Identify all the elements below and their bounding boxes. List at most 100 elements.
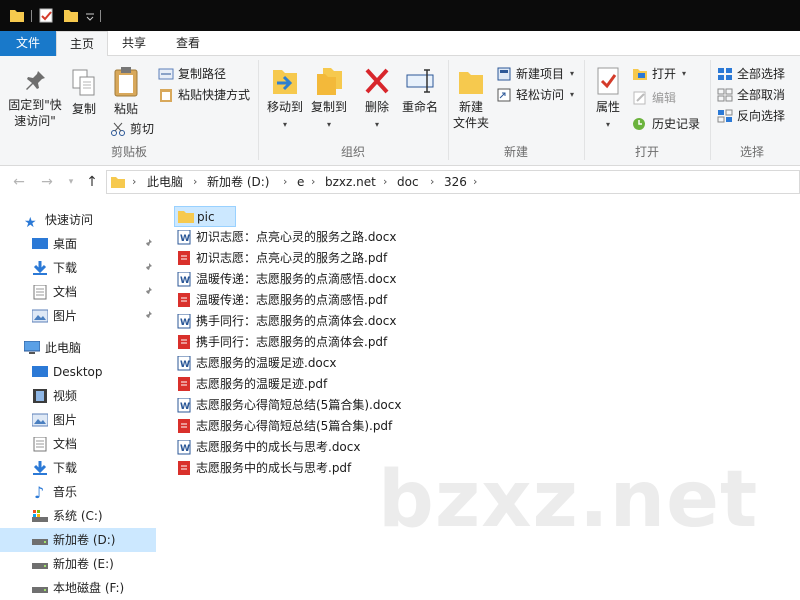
breadcrumb-separator-icon[interactable]: › <box>283 171 287 193</box>
breadcrumb-separator-icon[interactable]: › <box>311 171 315 193</box>
recent-locations-icon[interactable]: ▾ <box>62 173 80 191</box>
desktop-icon <box>32 366 48 377</box>
nav-quick-access[interactable]: ★ 快速访问 <box>0 208 156 232</box>
pin-icon[interactable] <box>143 262 153 274</box>
document-icon <box>33 437 47 452</box>
word-document-icon: W <box>177 440 191 455</box>
tab-view[interactable]: 查看 <box>160 31 216 56</box>
svg-text:W: W <box>180 276 190 286</box>
folder-icon <box>10 10 24 22</box>
nav-this-pc[interactable]: 此电脑 <box>0 336 156 360</box>
copy-label: 复制 <box>71 102 96 116</box>
nav-music[interactable]: ♪ 音乐 <box>0 480 156 504</box>
divider <box>100 10 101 22</box>
breadcrumb-item[interactable]: 新加卷 (D:) <box>207 171 269 193</box>
tab-home[interactable]: 主页 <box>56 31 108 57</box>
breadcrumb-separator-icon[interactable]: › <box>132 171 136 193</box>
nav-drive-c[interactable]: 系统 (C:) <box>0 504 156 528</box>
music-icon: ♪ <box>34 483 45 502</box>
invert-selection-icon <box>717 109 733 123</box>
nav-label: 快速访问 <box>45 213 94 227</box>
word-document-icon: W <box>177 356 191 371</box>
breadcrumb-separator-icon[interactable]: › <box>430 171 434 193</box>
pin-icon[interactable] <box>143 310 153 322</box>
pdf-document-icon <box>178 377 190 391</box>
nav-videos[interactable]: 视频 <box>0 384 156 408</box>
invert-selection-label: 反向选择 <box>737 109 786 123</box>
svg-text:W: W <box>180 234 190 244</box>
breadcrumb-separator-icon[interactable]: › <box>193 171 197 193</box>
word-document-icon: W <box>177 314 191 329</box>
address-bar[interactable]: › 此电脑 › 新加卷 (D:) › e › bzxz.net › doc › … <box>106 170 800 194</box>
pin-icon[interactable] <box>143 286 153 298</box>
nav-label: 文档 <box>53 285 78 299</box>
open-label: 打开 <box>652 67 677 81</box>
scissors-icon <box>111 122 125 136</box>
file-name: 初识志愿：点亮心灵的服务之路.docx <box>196 230 397 244</box>
properties-button[interactable]: 属性 ▾ <box>590 66 626 133</box>
breadcrumb-separator-icon[interactable]: › <box>473 171 477 193</box>
nav-drive-f[interactable]: 本地磁盘 (F:) <box>0 576 156 600</box>
nav-label: Desktop <box>53 365 103 379</box>
properties-icon[interactable] <box>38 8 54 23</box>
group-label-new: 新建 <box>503 145 528 159</box>
new-folder-icon <box>459 72 483 94</box>
copy-icon <box>72 69 95 96</box>
cut-label: 剪切 <box>130 122 155 136</box>
nav-pc-pictures[interactable]: 图片 <box>0 408 156 432</box>
tab-share[interactable]: 共享 <box>108 31 160 56</box>
copy-button[interactable]: 复制 <box>68 68 100 117</box>
delete-button[interactable]: 删除 ▾ <box>358 66 396 133</box>
pdf-document-icon <box>178 293 190 307</box>
move-to-label: 移动到 <box>266 100 303 114</box>
new-folder-icon[interactable] <box>63 8 79 23</box>
nav-pc-desktop[interactable]: Desktop <box>0 360 156 384</box>
file-name: 志愿服务中的成长与思考.docx <box>196 440 361 454</box>
pin-icon[interactable] <box>143 238 153 250</box>
easy-access-icon <box>497 88 511 102</box>
paste-button[interactable]: 粘贴 <box>106 66 146 117</box>
file-name: 携手同行：志愿服务的点滴体会.docx <box>196 314 397 328</box>
rename-button[interactable]: 重命名 <box>398 66 442 115</box>
caret-down-icon: ▾ <box>282 120 287 129</box>
file-name: 温暖传递：志愿服务的点滴感悟.pdf <box>196 293 388 307</box>
nav-label: 图片 <box>53 309 78 323</box>
back-arrow-icon[interactable]: ← <box>10 173 28 191</box>
nav-downloads[interactable]: 下载 <box>0 256 156 280</box>
breadcrumb-separator-icon[interactable]: › <box>383 171 387 193</box>
breadcrumb-item[interactable]: doc <box>397 171 419 193</box>
svg-text:W: W <box>180 318 190 328</box>
pdf-document-icon <box>178 419 190 433</box>
caret-down-icon: ▾ <box>326 120 331 129</box>
new-folder-label-1: 新建 <box>458 100 483 114</box>
nav-label: 视频 <box>53 389 78 403</box>
nav-desktop[interactable]: 桌面 <box>0 232 156 256</box>
file-name: 志愿服务的温暖足迹.docx <box>196 356 337 370</box>
nav-label: 系统 (C:) <box>53 509 103 523</box>
breadcrumb-item[interactable]: bzxz.net <box>325 171 376 193</box>
copy-to-label: 复制到 <box>310 100 347 114</box>
new-item-icon <box>497 67 511 81</box>
copy-to-button[interactable]: 复制到 ▾ <box>308 66 350 133</box>
new-folder-button[interactable]: 新建 文件夹 <box>450 68 492 131</box>
forward-arrow-icon[interactable]: → <box>38 173 56 191</box>
download-icon <box>33 461 47 475</box>
group-label-organize: 组织 <box>340 145 365 159</box>
file-row-folder[interactable]: pic <box>174 206 236 227</box>
select-none-label: 全部取消 <box>737 88 786 102</box>
nav-drive-d[interactable]: 新加卷 (D:) <box>0 528 156 552</box>
tab-file[interactable]: 文件 <box>0 31 56 56</box>
nav-pc-documents[interactable]: 文档 <box>0 432 156 456</box>
nav-documents[interactable]: 文档 <box>0 280 156 304</box>
nav-pc-downloads[interactable]: 下载 <box>0 456 156 480</box>
up-arrow-icon[interactable]: ↑ <box>83 173 101 191</box>
move-to-button[interactable]: 移动到 ▾ <box>264 66 306 133</box>
nav-drive-e[interactable]: 新加卷 (E:) <box>0 552 156 576</box>
breadcrumb-item[interactable]: 此电脑 <box>147 171 183 193</box>
pin-to-quick-access-button[interactable]: 固定到"快 速访问" <box>4 68 66 129</box>
breadcrumb-item[interactable]: e <box>297 171 304 193</box>
chevron-down-icon[interactable] <box>84 8 96 23</box>
delete-icon <box>365 68 389 94</box>
nav-pictures[interactable]: 图片 <box>0 304 156 328</box>
breadcrumb-item[interactable]: 326 <box>444 171 467 193</box>
